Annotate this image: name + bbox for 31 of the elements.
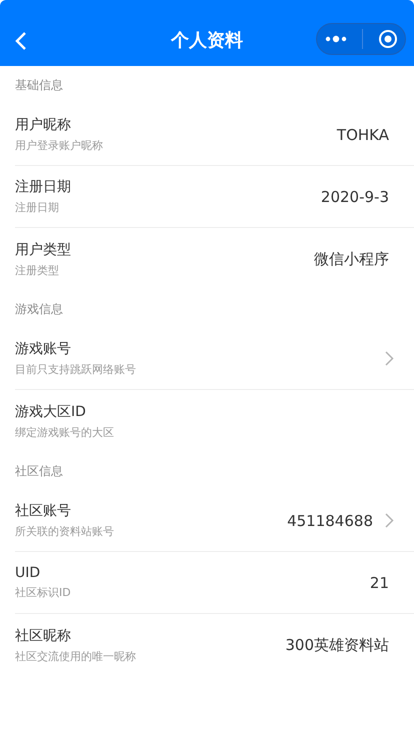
chevron-icon[interactable] (385, 513, 394, 528)
row-hint: 绑定游戏账号的大区 (15, 424, 115, 440)
section-title: 游戏信息 (15, 300, 63, 318)
back-icon[interactable] (15, 31, 27, 51)
section-title: 基础信息 (15, 76, 63, 94)
row-label: 注册日期 (15, 178, 72, 196)
row-value: TOHKA (336, 126, 389, 144)
row-label: 游戏账号 (15, 340, 72, 358)
page-title: 个人资料 (171, 29, 243, 52)
row-label: UID (15, 565, 42, 581)
row-label: 用户昵称 (15, 116, 72, 134)
row-value: 300英雄资料站 (285, 636, 389, 654)
row-label: 社区昵称 (15, 626, 72, 644)
row-hint: 社区交流使用的唯一昵称 (15, 648, 137, 664)
row-label: 社区账号 (15, 502, 72, 520)
row-value: 2020-9-3 (320, 188, 389, 206)
row-label: 用户类型 (15, 240, 72, 258)
row-hint: 用户登录账户昵称 (15, 138, 104, 153)
close-target-icon[interactable] (378, 29, 398, 49)
row-hint: 所关联的资料站账号 (15, 524, 115, 539)
row-hint: 注册日期 (15, 200, 60, 215)
section-title: 社区信息 (15, 462, 63, 480)
row-hint: 社区标识ID (15, 585, 72, 600)
more-icon[interactable] (324, 35, 346, 43)
row-label: 游戏大区ID (15, 402, 87, 420)
row-hint: 目前只支持跳跃网络账号 (15, 362, 137, 377)
row-value: 21 (370, 574, 389, 592)
chevron-icon[interactable] (385, 351, 394, 366)
row-value: 451184688 (287, 512, 373, 530)
row-hint: 注册类型 (15, 262, 60, 278)
row-value: 微信小程序 (314, 250, 389, 268)
